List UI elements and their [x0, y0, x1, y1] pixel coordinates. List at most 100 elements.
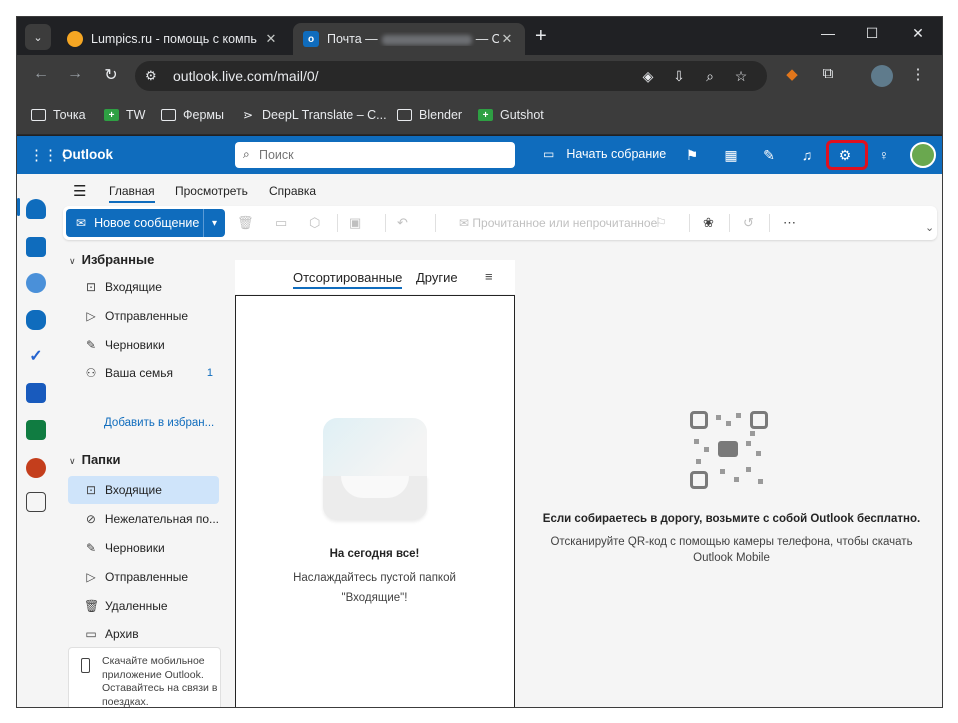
- reply-icon[interactable]: ↶: [397, 215, 408, 231]
- family-icon: ⚇: [85, 366, 97, 380]
- favorite-inbox[interactable]: ⊡ Входящие: [68, 273, 219, 301]
- reading-pane: Если собираетесь в дорогу, возьмите с со…: [521, 260, 942, 707]
- folder-drafts[interactable]: ✎ Черновики: [68, 534, 219, 562]
- new-tab-button[interactable]: +: [535, 26, 547, 46]
- mobile-app-promo[interactable]: Скачайте мобильное приложение Outlook. О…: [68, 647, 221, 707]
- copilot-icon[interactable]: ❀: [703, 215, 714, 231]
- translate-icon[interactable]: ◈: [638, 68, 658, 85]
- tab-lumpics[interactable]: Lumpics.ru - помощь с компь ✕: [57, 23, 289, 55]
- trash-icon: 🗑: [84, 599, 100, 613]
- empty-inbox-illustration: [323, 418, 427, 522]
- tab-help[interactable]: Справка: [269, 184, 316, 198]
- groups-icon[interactable]: [26, 310, 46, 330]
- folder-sent[interactable]: ▷ Отправленные: [68, 563, 219, 591]
- send-icon: ▷: [86, 570, 96, 584]
- office-word-icon[interactable]: ▦: [721, 147, 741, 164]
- bookmark-fermy[interactable]: Фермы: [161, 108, 224, 122]
- reload-button[interactable]: ↻: [99, 65, 123, 85]
- window-close-button[interactable]: ✕: [904, 25, 932, 42]
- folder-deleted[interactable]: 🗑 Удаленные: [68, 592, 219, 620]
- favorite-family[interactable]: ⚇ Ваша семья 1: [68, 359, 219, 387]
- powerpoint-icon[interactable]: [26, 458, 46, 478]
- my-day-icon[interactable]: ✎: [759, 147, 779, 164]
- inbox-icon: ⊡: [85, 280, 97, 294]
- bookmark-tochka[interactable]: Точка: [31, 108, 86, 122]
- todo-check-icon[interactable]: ✓: [26, 346, 46, 366]
- calendar-icon[interactable]: [26, 237, 46, 257]
- tab-focused[interactable]: Отсортированные: [293, 270, 403, 289]
- outlook-app-body: ✓ ☰ Главная Просмотреть Справка ✉ Новое …: [17, 174, 942, 707]
- outlook-icon: o: [303, 31, 319, 47]
- ribbon-expand-icon[interactable]: ⌄: [925, 221, 934, 234]
- tips-lightbulb-icon[interactable]: ♀: [874, 147, 894, 163]
- tab-home[interactable]: Главная: [109, 184, 155, 203]
- archive-icon[interactable]: ▭: [275, 215, 287, 231]
- bookmark-gutshot[interactable]: + Gutshot: [478, 108, 544, 122]
- site-info-icon[interactable]: ⚙: [145, 68, 157, 84]
- tab-outlook[interactable]: o Почта —— Ou ✕: [293, 23, 525, 55]
- qr-code: [690, 411, 768, 489]
- favorite-drafts[interactable]: ✎ Черновики: [68, 331, 219, 359]
- mail-icon[interactable]: [26, 199, 46, 219]
- undo-icon[interactable]: ↺: [743, 215, 754, 231]
- maximize-button[interactable]: ☐: [858, 25, 886, 42]
- start-meeting-button[interactable]: ▭ Начать собрание: [543, 147, 666, 161]
- bookmark-tw[interactable]: + TW: [104, 108, 145, 122]
- chevron-down-icon: ∨: [69, 456, 76, 466]
- tab-other[interactable]: Другие: [416, 270, 458, 285]
- new-message-button[interactable]: ✉ Новое сообщение ▾: [66, 209, 225, 237]
- more-apps-icon[interactable]: [26, 492, 46, 512]
- unread-count: 1: [206, 367, 213, 379]
- divider: [689, 214, 690, 232]
- tab-title: Почта —— Ou: [327, 32, 499, 46]
- word-icon[interactable]: [26, 383, 46, 403]
- add-to-favorites-link[interactable]: Добавить в избран...: [104, 417, 214, 429]
- search-input[interactable]: [259, 146, 499, 164]
- address-bar[interactable]: ⚙ outlook.live.com/mail/0/ ◈ ⇩ ⌕ ☆: [135, 61, 767, 91]
- user-avatar[interactable]: [910, 142, 936, 168]
- new-message-dropdown[interactable]: ▾: [203, 209, 225, 237]
- notifications-bell-icon[interactable]: ♫: [797, 147, 817, 163]
- delete-icon[interactable]: 🗑: [237, 215, 254, 231]
- favorites-header[interactable]: ∨ Избранные: [69, 252, 154, 267]
- bookmark-deepl[interactable]: ⋗ DeepL Translate – C...: [243, 108, 387, 122]
- bookmark-blender[interactable]: Blender: [397, 108, 462, 122]
- browser-menu-icon[interactable]: ⋮: [907, 65, 929, 83]
- minimize-button[interactable]: —: [814, 25, 842, 41]
- filter-icon[interactable]: ≡: [485, 269, 493, 284]
- extensions-icon[interactable]: ⧉: [817, 65, 839, 82]
- close-icon[interactable]: ✕: [499, 31, 515, 47]
- excel-icon[interactable]: [26, 420, 46, 440]
- hamburger-menu-icon[interactable]: ☰: [73, 182, 86, 200]
- folder-inbox[interactable]: ⊡ Входящие: [68, 476, 219, 504]
- zoom-icon[interactable]: ⌕: [700, 68, 720, 85]
- install-app-icon[interactable]: ⇩: [669, 68, 689, 85]
- folder-junk[interactable]: ⊘ Нежелательная по...: [68, 505, 219, 533]
- report-icon[interactable]: ⬡: [309, 215, 320, 231]
- mail-icon: [718, 441, 738, 457]
- more-options-icon[interactable]: ⋯: [783, 215, 796, 231]
- search-box[interactable]: ⌕: [235, 142, 515, 168]
- close-icon[interactable]: ✕: [263, 31, 279, 47]
- people-icon[interactable]: [26, 273, 46, 293]
- read-unread-button[interactable]: ✉ Прочитанное или непрочитанное: [459, 216, 657, 230]
- tab-search-button[interactable]: ⌄: [25, 24, 51, 50]
- favorite-sent[interactable]: ▷ Отправленные: [68, 302, 219, 330]
- tab-view[interactable]: Просмотреть: [175, 184, 248, 198]
- bookmark-star-icon[interactable]: ☆: [731, 68, 751, 85]
- move-to-folder-icon[interactable]: ▣: [349, 215, 361, 231]
- app-name[interactable]: Outlook: [62, 147, 113, 162]
- flag-icon[interactable]: ⚐: [655, 215, 667, 231]
- divider: [729, 214, 730, 232]
- redacted-name: [381, 34, 472, 45]
- back-button[interactable]: ←: [29, 65, 53, 83]
- teams-icon[interactable]: ⚑: [682, 147, 702, 164]
- draft-icon: ✎: [85, 338, 97, 352]
- metamask-icon[interactable]: ◆: [781, 65, 803, 83]
- forward-button[interactable]: →: [63, 65, 87, 83]
- search-icon: ⌕: [243, 147, 250, 161]
- profile-avatar[interactable]: [871, 65, 893, 87]
- browser-toolbar: ← → ↻ ⚙ outlook.live.com/mail/0/ ◈ ⇩ ⌕ ☆…: [17, 55, 942, 97]
- folder-archive[interactable]: ▭ Архив: [68, 620, 219, 648]
- folders-header[interactable]: ∨ Папки: [69, 452, 121, 467]
